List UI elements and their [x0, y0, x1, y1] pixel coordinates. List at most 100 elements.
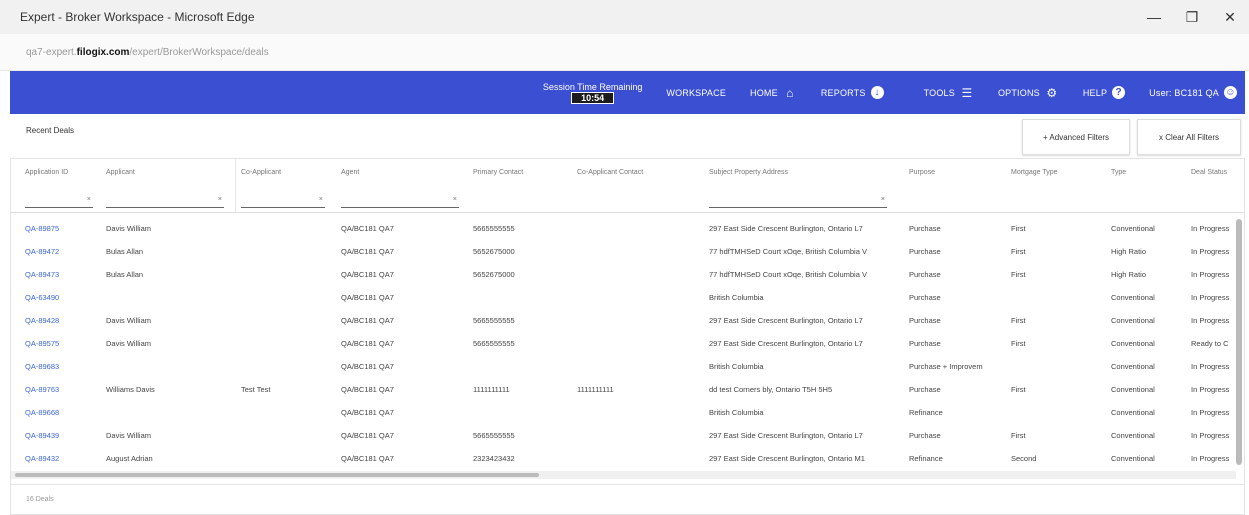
table-row[interactable]: QA-89439 Davis William QA/BC181 QA7 5665555… [11, 423, 1233, 446]
cell-application-id[interactable]: QA-89575 [25, 339, 103, 348]
address-bar[interactable]: qa7-expert.filogix.com/expert/BrokerWork… [0, 34, 1249, 71]
table-row[interactable]: QA-89432 August Adrian QA/BC181 QA7 2323423… [11, 446, 1233, 469]
cell-primary-contact: 5665555555 [473, 316, 515, 325]
nav-home[interactable]: HOME ⌂ [750, 86, 797, 100]
cell-deal-status: In Progress [1191, 316, 1230, 325]
cell-applicant: Davis William [106, 431, 151, 440]
nav-help-label: HELP [1082, 87, 1108, 98]
cell-deal-status: In Progress [1191, 270, 1230, 279]
clear-filter-icon[interactable]: × [453, 196, 457, 203]
cell-purpose: Purchase [909, 431, 941, 440]
filter-agent[interactable]: × [341, 194, 459, 208]
cell-application-id[interactable]: QA-89472 [25, 247, 103, 256]
cell-purpose: Purchase [909, 385, 941, 394]
window-title: Expert - Broker Workspace - Microsoft Ed… [20, 10, 255, 24]
cell-application-id[interactable]: QA-89428 [25, 316, 103, 325]
clear-filter-icon[interactable]: × [218, 196, 222, 203]
cell-subject-property-address: 77 hdfTMHSeD Court xOqe, British Columbi… [709, 270, 867, 279]
cell-type: High Ratio [1111, 247, 1147, 256]
nav-reports-label: REPORTS [820, 87, 866, 98]
nav-workspace[interactable]: WORKSPACE [666, 88, 726, 98]
filter-application-id[interactable]: × [25, 194, 93, 208]
col-header-purpose[interactable]: Purpose [909, 169, 935, 176]
nav-user[interactable]: User: BC181 QA ☺ [1149, 86, 1237, 99]
cell-primary-contact: 5665555555 [473, 431, 515, 440]
col-header-agent[interactable]: Agent [341, 169, 359, 176]
clear-filter-icon[interactable]: × [319, 196, 323, 203]
deal-count: 16 Deals [26, 496, 54, 503]
table-row[interactable]: QA-89473 Bulas Allan QA/BC181 QA7 565267500… [11, 262, 1233, 285]
table-row[interactable]: QA-89683 QA/BC181 QA7 British Columbia Purc… [11, 354, 1233, 377]
grid-toolbar: Recent Deals + Advanced Filters x Clear … [10, 114, 1245, 158]
cell-purpose: Purchase [909, 247, 941, 256]
horizontal-scrollbar-thumb[interactable] [15, 473, 539, 477]
nav-options[interactable]: OPTIONS ⚙ [998, 86, 1059, 100]
clear-filter-icon[interactable]: × [881, 196, 885, 203]
minimize-icon[interactable]: — [1135, 0, 1173, 34]
vertical-scrollbar-thumb[interactable] [1236, 219, 1242, 465]
close-icon[interactable]: ✕ [1211, 0, 1249, 34]
cell-application-id[interactable]: QA-89473 [25, 270, 103, 279]
restore-icon[interactable]: ❐ [1173, 0, 1211, 34]
cell-purpose: Purchase [909, 293, 941, 302]
grid-header: Application ID Applicant Co-Applicant Ag… [11, 159, 1244, 213]
table-row[interactable]: QA-89875 Davis William QA/BC181 QA7 5665555… [11, 216, 1233, 239]
cell-application-id[interactable]: QA-89432 [25, 454, 103, 463]
cell-purpose: Purchase [909, 339, 941, 348]
table-row[interactable]: QA-63490 QA/BC181 QA7 British Columbia Purc… [11, 285, 1233, 308]
table-row[interactable]: QA-89763 Williams Davis Test Test QA/BC181 … [11, 377, 1233, 400]
filter-co-applicant[interactable]: × [241, 194, 325, 208]
table-row[interactable]: QA-89472 Bulas Allan QA/BC181 QA7 565267500… [11, 239, 1233, 262]
cell-purpose: Purchase [909, 224, 941, 233]
cell-purpose: Purchase + Improvem [909, 362, 983, 371]
cell-application-id[interactable]: QA-89668 [25, 408, 103, 417]
cell-application-id[interactable]: QA-63490 [25, 293, 103, 302]
reports-icon: ↓ [870, 86, 884, 99]
cell-application-id[interactable]: QA-89439 [25, 431, 103, 440]
cell-subject-property-address: 77 hdfTMHSeD Court xOqe, British Columbi… [709, 247, 867, 256]
cell-agent: QA/BC181 QA7 [341, 293, 394, 302]
cell-type: Conventional [1111, 408, 1155, 417]
cell-agent: QA/BC181 QA7 [341, 431, 394, 440]
user-icon: ☺ [1224, 86, 1237, 99]
table-row[interactable]: QA-89668 QA/BC181 QA7 British Columbia Refi… [11, 400, 1233, 423]
cell-applicant: Davis William [106, 224, 151, 233]
cell-agent: QA/BC181 QA7 [341, 454, 394, 463]
url-text[interactable]: qa7-expert.filogix.com/expert/BrokerWork… [26, 47, 269, 58]
cell-deal-status: In Progress [1191, 454, 1230, 463]
advanced-filters-button[interactable]: + Advanced Filters [1022, 119, 1130, 155]
cell-mortgage-type: First [1011, 431, 1026, 440]
nav-tools[interactable]: TOOLS ☰ [924, 86, 974, 100]
filter-applicant[interactable]: × [106, 194, 224, 208]
nav-user-label: User: BC181 QA [1149, 87, 1219, 98]
col-header-mortgage-type[interactable]: Mortgage Type [1011, 169, 1058, 176]
col-header-subject-property-address[interactable]: Subject Property Address [709, 169, 788, 176]
cell-deal-status: In Progress [1191, 247, 1230, 256]
cell-deal-status: In Progress [1191, 385, 1230, 394]
clear-all-filters-button[interactable]: x Clear All Filters [1137, 119, 1241, 155]
nav-reports[interactable]: REPORTS ↓ [821, 86, 884, 99]
session-label: Session Time Remaining [542, 81, 643, 92]
col-header-primary-contact[interactable]: Primary Contact [473, 169, 523, 176]
table-row[interactable]: QA-89575 Davis William QA/BC181 QA7 5665555… [11, 331, 1233, 354]
col-header-applicant[interactable]: Applicant [106, 169, 135, 176]
cell-mortgage-type: First [1011, 385, 1026, 394]
col-header-co-applicant[interactable]: Co-Applicant [241, 169, 281, 176]
nav-help[interactable]: HELP? [1082, 86, 1126, 99]
filter-subject-property-address[interactable]: × [709, 194, 887, 208]
cell-applicant: Bulas Allan [106, 270, 144, 279]
col-header-co-applicant-contact[interactable]: Co-Applicant Contact [577, 169, 643, 176]
session-timer: Session Time Remaining 10:54 [542, 81, 643, 104]
col-header-type[interactable]: Type [1111, 169, 1126, 176]
cell-application-id[interactable]: QA-89763 [25, 385, 103, 394]
cell-application-id[interactable]: QA-89683 [25, 362, 103, 371]
col-header-application-id[interactable]: Application ID [25, 169, 68, 176]
vertical-scrollbar[interactable] [1236, 213, 1242, 471]
clear-filter-icon[interactable]: × [87, 196, 91, 203]
table-row[interactable]: QA-89428 Davis William QA/BC181 QA7 5665555… [11, 308, 1233, 331]
cell-mortgage-type: First [1011, 316, 1026, 325]
horizontal-scrollbar[interactable] [11, 471, 1236, 479]
cell-agent: QA/BC181 QA7 [341, 247, 394, 256]
cell-application-id[interactable]: QA-89875 [25, 224, 103, 233]
col-header-deal-status[interactable]: Deal Status [1191, 169, 1227, 176]
